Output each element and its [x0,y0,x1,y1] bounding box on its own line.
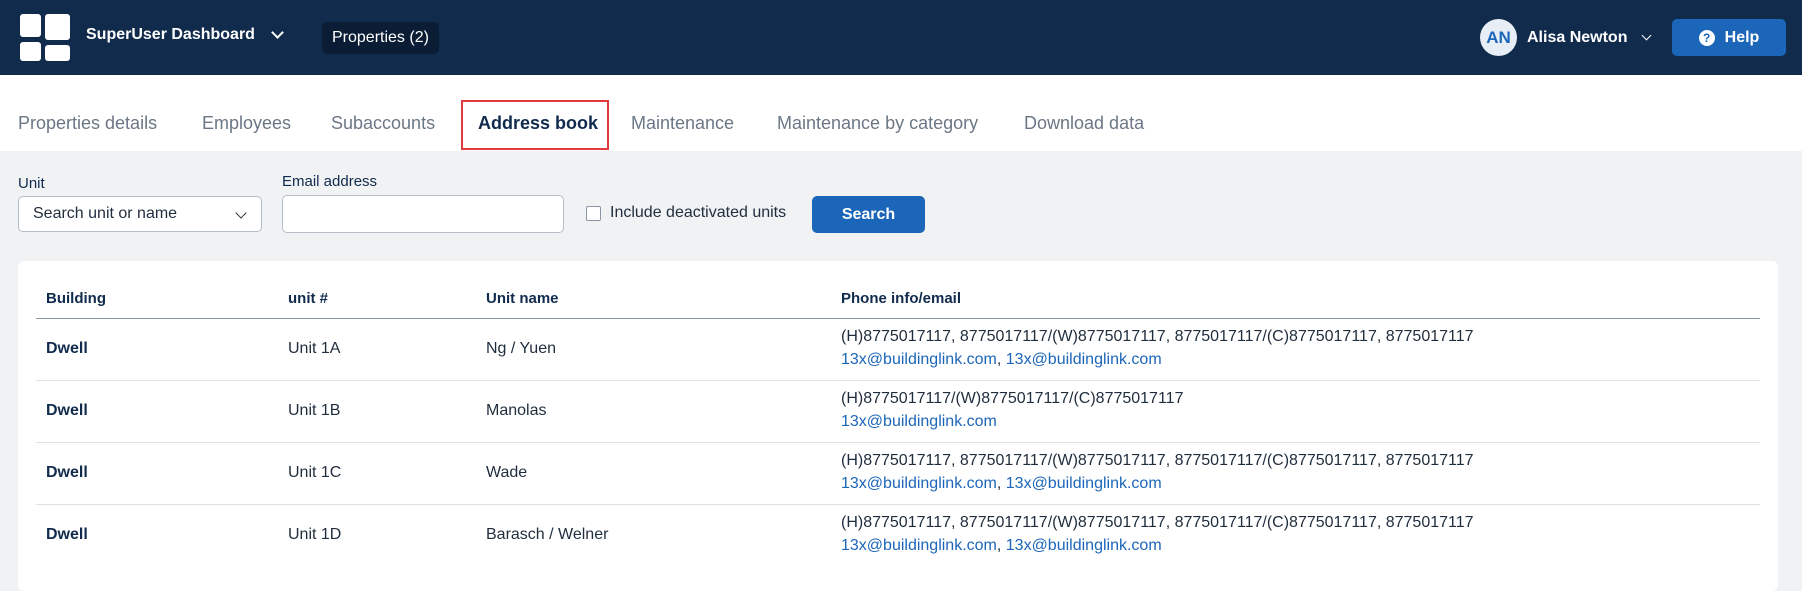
email-link[interactable]: 13x@buildinglink.com [841,537,997,554]
search-button[interactable]: Search [812,196,925,233]
email-cell: 13x@buildinglink.com, 13x@buildinglink.c… [841,475,1162,492]
include-deactivated-checkbox[interactable] [586,205,601,221]
column-header-unit-name: Unit name [486,290,559,307]
row-divider [36,442,1760,443]
user-menu[interactable]: AN Alisa Newton [1480,19,1652,56]
unit-name-cell: Ng / Yuen [486,340,556,357]
unit-cell: Unit 1A [288,340,341,357]
tab-employees[interactable]: Employees [202,113,291,134]
help-label: Help [1724,28,1760,46]
email-cell: 13x@buildinglink.com [841,413,997,431]
column-header-phone-email: Phone info/email [841,290,962,307]
avatar: AN [1480,19,1517,56]
dashboard-switcher[interactable]: SuperUser Dashboard [86,26,284,44]
unit-cell: Unit 1D [288,526,342,543]
question-icon: ? [1698,29,1715,46]
dashboard-title: SuperUser Dashboard [86,26,255,43]
column-header-unit-number: unit # [288,290,328,307]
chevron-down-icon [271,26,284,39]
properties-button[interactable]: Properties (2) [322,22,439,54]
row-divider [36,504,1760,505]
unit-name-cell: Wade [486,464,528,481]
email-cell: 13x@buildinglink.com, 13x@buildinglink.c… [841,537,1162,554]
unit-select[interactable]: Search unit or name [18,196,262,232]
phone-cell: (H)8775017117/(W)8775017117/(C)877501711… [841,390,1184,407]
email-link[interactable]: 13x@buildinglink.com [1006,351,1162,368]
email-address-input[interactable] [282,195,564,233]
tab-bar: Properties details Employees Subaccounts… [0,75,1802,151]
phone-cell: (H)8775017117, 8775017117/(W)8775017117,… [841,328,1474,345]
unit-label: Unit [18,175,45,192]
column-header-building: Building [46,290,106,307]
phone-cell: (H)8775017117, 8775017117/(W)8775017117,… [841,452,1474,469]
include-deactivated-label: Include deactivated units [610,204,787,221]
email-label: Email address [282,173,378,190]
chevron-down-icon [1642,30,1652,41]
building-cell: Dwell [46,526,88,543]
row-divider [36,380,1760,381]
unit-name-cell: Manolas [486,402,547,419]
include-deactivated-toggle[interactable]: Include deactivated units [586,204,786,222]
email-link[interactable]: 13x@buildinglink.com [1006,537,1162,554]
email-link[interactable]: 13x@buildinglink.com [1006,475,1162,492]
unit-name-cell: Barasch / Welner [486,526,609,543]
active-tab-highlight [461,100,609,150]
tab-download-data[interactable]: Download data [1024,113,1144,134]
unit-select-value: Search unit or name [33,205,178,222]
tab-properties-details[interactable]: Properties details [18,113,157,134]
unit-cell: Unit 1C [288,464,342,481]
email-link[interactable]: 13x@buildinglink.com [841,475,997,492]
building-cell: Dwell [46,464,88,481]
email-cell: 13x@buildinglink.com, 13x@buildinglink.c… [841,351,1162,368]
tab-maintenance-by-category[interactable]: Maintenance by category [777,113,978,134]
unit-cell: Unit 1B [288,402,341,419]
app-logo-icon[interactable] [20,14,70,61]
user-name: Alisa Newton [1527,28,1628,46]
email-link[interactable]: 13x@buildinglink.com [841,413,997,430]
chevron-down-icon [235,207,247,219]
header-divider [36,318,1760,319]
top-header: SuperUser Dashboard Properties (2) AN Al… [0,0,1802,75]
building-cell: Dwell [46,340,88,357]
email-link[interactable]: 13x@buildinglink.com [841,351,997,368]
phone-cell: (H)8775017117, 8775017117/(W)8775017117,… [841,514,1474,531]
tab-maintenance[interactable]: Maintenance [631,113,734,134]
tab-subaccounts[interactable]: Subaccounts [331,113,435,134]
building-cell: Dwell [46,402,88,419]
help-button[interactable]: ? Help [1672,19,1786,56]
